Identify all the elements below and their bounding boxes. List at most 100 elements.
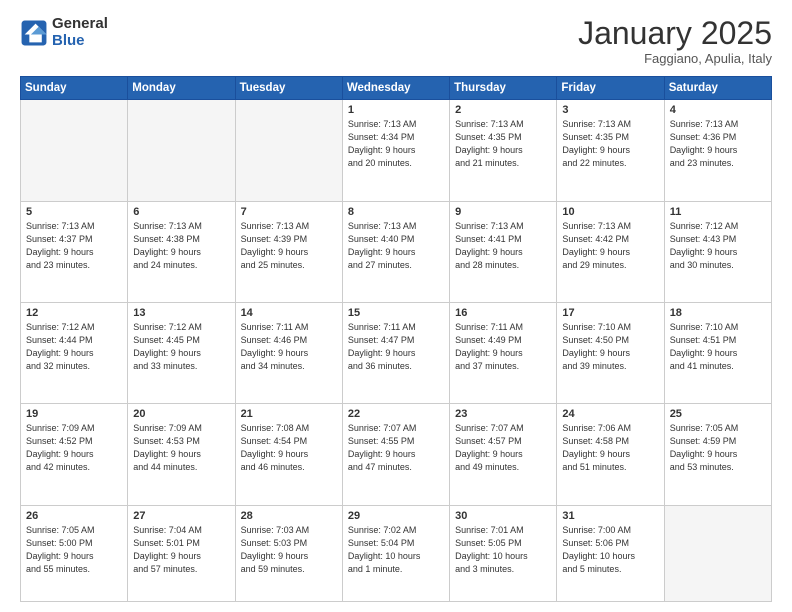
day-number: 15: [348, 307, 444, 319]
day-number: 2: [455, 104, 551, 116]
day-info: Sunrise: 7:13 AM Sunset: 4:41 PM Dayligh…: [455, 220, 551, 272]
day-info: Sunrise: 7:13 AM Sunset: 4:35 PM Dayligh…: [562, 118, 658, 170]
day-info: Sunrise: 7:09 AM Sunset: 4:53 PM Dayligh…: [133, 422, 229, 474]
calendar-cell: 20 Sunrise: 7:09 AM Sunset: 4:53 PM Dayli…: [128, 404, 235, 505]
day-number: 26: [26, 510, 122, 522]
day-info: Sunrise: 7:11 AM Sunset: 4:49 PM Dayligh…: [455, 321, 551, 373]
day-number: 16: [455, 307, 551, 319]
day-number: 10: [562, 206, 658, 218]
day-number: 31: [562, 510, 658, 522]
day-info: Sunrise: 7:08 AM Sunset: 4:54 PM Dayligh…: [241, 422, 337, 474]
day-info: Sunrise: 7:11 AM Sunset: 4:47 PM Dayligh…: [348, 321, 444, 373]
day-number: 25: [670, 408, 766, 420]
day-number: 6: [133, 206, 229, 218]
calendar-cell: 25 Sunrise: 7:05 AM Sunset: 4:59 PM Dayli…: [664, 404, 771, 505]
calendar-cell: 17 Sunrise: 7:10 AM Sunset: 4:50 PM Dayli…: [557, 302, 664, 403]
calendar-body: 1 Sunrise: 7:13 AM Sunset: 4:34 PM Daylig…: [21, 100, 772, 602]
weekday-header-cell: Tuesday: [235, 77, 342, 100]
logo-icon: [20, 19, 48, 47]
calendar-cell: 30Sunrise: 7:01 AM Sunset: 5:05 PM Dayli…: [450, 505, 557, 601]
calendar-cell: 2 Sunrise: 7:13 AM Sunset: 4:35 PM Daylig…: [450, 100, 557, 201]
day-info: Sunrise: 7:05 AM Sunset: 4:59 PM Dayligh…: [670, 422, 766, 474]
calendar-cell: 19 Sunrise: 7:09 AM Sunset: 4:52 PM Dayli…: [21, 404, 128, 505]
calendar-cell: 18 Sunrise: 7:10 AM Sunset: 4:51 PM Dayli…: [664, 302, 771, 403]
calendar-cell: 5Sunrise: 7:13 AM Sunset: 4:37 PM Daylig…: [21, 201, 128, 302]
day-info: Sunrise: 7:06 AM Sunset: 4:58 PM Dayligh…: [562, 422, 658, 474]
calendar-cell: [235, 100, 342, 201]
calendar-week-row: 26 Sunrise: 7:05 AM Sunset: 5:00 PM Dayli…: [21, 505, 772, 601]
calendar-cell: [21, 100, 128, 201]
day-info: Sunrise: 7:10 AM Sunset: 4:51 PM Dayligh…: [670, 321, 766, 373]
calendar-week-row: 5Sunrise: 7:13 AM Sunset: 4:37 PM Daylig…: [21, 201, 772, 302]
weekday-header-cell: Friday: [557, 77, 664, 100]
day-info: Sunrise: 7:05 AM Sunset: 5:00 PM Dayligh…: [26, 524, 122, 576]
calendar-cell: 6Sunrise: 7:13 AM Sunset: 4:38 PM Daylig…: [128, 201, 235, 302]
day-number: 27: [133, 510, 229, 522]
calendar-cell: [128, 100, 235, 201]
calendar-cell: 7Sunrise: 7:13 AM Sunset: 4:39 PM Daylig…: [235, 201, 342, 302]
day-number: 14: [241, 307, 337, 319]
day-info: Sunrise: 7:12 AM Sunset: 4:45 PM Dayligh…: [133, 321, 229, 373]
calendar-cell: 10 Sunrise: 7:13 AM Sunset: 4:42 PM Dayli…: [557, 201, 664, 302]
logo: General Blue: [20, 16, 108, 49]
calendar-table: SundayMondayTuesdayWednesdayThursdayFrid…: [20, 76, 772, 602]
day-number: 4: [670, 104, 766, 116]
day-info: Sunrise: 7:13 AM Sunset: 4:37 PM Dayligh…: [26, 220, 122, 272]
day-number: 23: [455, 408, 551, 420]
day-number: 30: [455, 510, 551, 522]
day-number: 17: [562, 307, 658, 319]
weekday-header-cell: Sunday: [21, 77, 128, 100]
calendar-cell: 29Sunrise: 7:02 AM Sunset: 5:04 PM Dayli…: [342, 505, 449, 601]
day-info: Sunrise: 7:13 AM Sunset: 4:35 PM Dayligh…: [455, 118, 551, 170]
day-number: 18: [670, 307, 766, 319]
calendar-cell: 1 Sunrise: 7:13 AM Sunset: 4:34 PM Daylig…: [342, 100, 449, 201]
calendar-cell: 24Sunrise: 7:06 AM Sunset: 4:58 PM Dayli…: [557, 404, 664, 505]
calendar-cell: 15 Sunrise: 7:11 AM Sunset: 4:47 PM Dayli…: [342, 302, 449, 403]
page: General Blue January 2025 Faggiano, Apul…: [0, 0, 792, 612]
calendar-week-row: 19 Sunrise: 7:09 AM Sunset: 4:52 PM Dayli…: [21, 404, 772, 505]
calendar-cell: 12Sunrise: 7:12 AM Sunset: 4:44 PM Dayli…: [21, 302, 128, 403]
day-info: Sunrise: 7:13 AM Sunset: 4:42 PM Dayligh…: [562, 220, 658, 272]
weekday-header-row: SundayMondayTuesdayWednesdayThursdayFrid…: [21, 77, 772, 100]
day-number: 21: [241, 408, 337, 420]
location: Faggiano, Apulia, Italy: [578, 51, 772, 66]
day-number: 13: [133, 307, 229, 319]
day-number: 28: [241, 510, 337, 522]
day-info: Sunrise: 7:13 AM Sunset: 4:39 PM Dayligh…: [241, 220, 337, 272]
day-info: Sunrise: 7:03 AM Sunset: 5:03 PM Dayligh…: [241, 524, 337, 576]
day-info: Sunrise: 7:13 AM Sunset: 4:34 PM Dayligh…: [348, 118, 444, 170]
calendar-cell: 8 Sunrise: 7:13 AM Sunset: 4:40 PM Daylig…: [342, 201, 449, 302]
day-number: 1: [348, 104, 444, 116]
calendar-cell: 31 Sunrise: 7:00 AM Sunset: 5:06 PM Dayli…: [557, 505, 664, 601]
calendar-cell: 16 Sunrise: 7:11 AM Sunset: 4:49 PM Dayli…: [450, 302, 557, 403]
calendar-week-row: 12Sunrise: 7:12 AM Sunset: 4:44 PM Dayli…: [21, 302, 772, 403]
calendar-cell: 9Sunrise: 7:13 AM Sunset: 4:41 PM Daylig…: [450, 201, 557, 302]
calendar-cell: 11Sunrise: 7:12 AM Sunset: 4:43 PM Dayli…: [664, 201, 771, 302]
calendar-cell: 4 Sunrise: 7:13 AM Sunset: 4:36 PM Daylig…: [664, 100, 771, 201]
day-number: 8: [348, 206, 444, 218]
calendar-cell: 14 Sunrise: 7:11 AM Sunset: 4:46 PM Dayli…: [235, 302, 342, 403]
calendar-cell: 21 Sunrise: 7:08 AM Sunset: 4:54 PM Dayli…: [235, 404, 342, 505]
day-number: 22: [348, 408, 444, 420]
day-number: 12: [26, 307, 122, 319]
calendar-cell: 27 Sunrise: 7:04 AM Sunset: 5:01 PM Dayli…: [128, 505, 235, 601]
calendar-cell: 23Sunrise: 7:07 AM Sunset: 4:57 PM Dayli…: [450, 404, 557, 505]
day-number: 20: [133, 408, 229, 420]
day-info: Sunrise: 7:04 AM Sunset: 5:01 PM Dayligh…: [133, 524, 229, 576]
title-block: January 2025 Faggiano, Apulia, Italy: [578, 16, 772, 66]
day-number: 19: [26, 408, 122, 420]
day-info: Sunrise: 7:00 AM Sunset: 5:06 PM Dayligh…: [562, 524, 658, 576]
day-info: Sunrise: 7:12 AM Sunset: 4:43 PM Dayligh…: [670, 220, 766, 272]
weekday-header-cell: Thursday: [450, 77, 557, 100]
day-info: Sunrise: 7:13 AM Sunset: 4:36 PM Dayligh…: [670, 118, 766, 170]
calendar-cell: 22Sunrise: 7:07 AM Sunset: 4:55 PM Dayli…: [342, 404, 449, 505]
day-info: Sunrise: 7:09 AM Sunset: 4:52 PM Dayligh…: [26, 422, 122, 474]
day-info: Sunrise: 7:13 AM Sunset: 4:40 PM Dayligh…: [348, 220, 444, 272]
day-number: 3: [562, 104, 658, 116]
day-info: Sunrise: 7:10 AM Sunset: 4:50 PM Dayligh…: [562, 321, 658, 373]
calendar-week-row: 1 Sunrise: 7:13 AM Sunset: 4:34 PM Daylig…: [21, 100, 772, 201]
day-info: Sunrise: 7:11 AM Sunset: 4:46 PM Dayligh…: [241, 321, 337, 373]
calendar-cell: 26 Sunrise: 7:05 AM Sunset: 5:00 PM Dayli…: [21, 505, 128, 601]
day-info: Sunrise: 7:02 AM Sunset: 5:04 PM Dayligh…: [348, 524, 444, 576]
weekday-header-cell: Wednesday: [342, 77, 449, 100]
